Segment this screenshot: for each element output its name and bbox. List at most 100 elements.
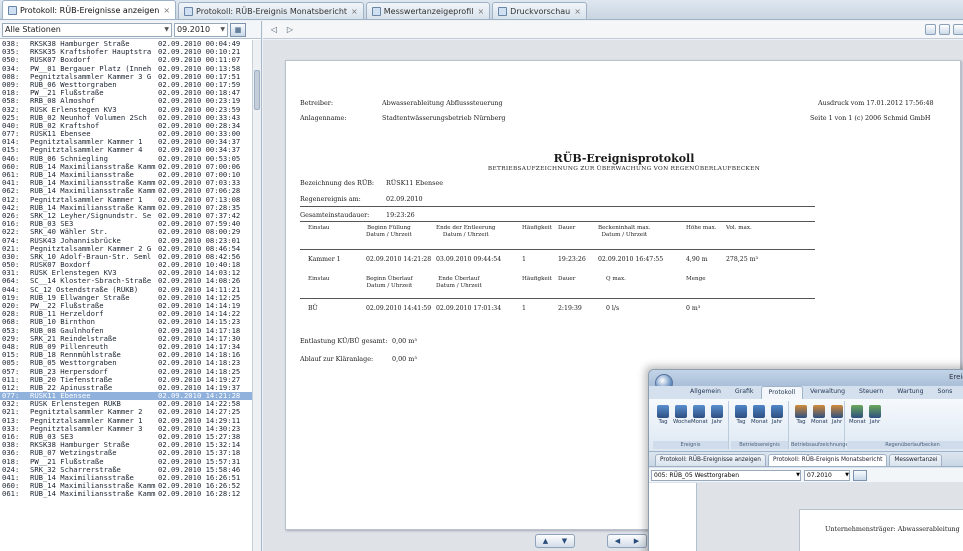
forward-icon[interactable]: ▷ [285,25,295,35]
list-item[interactable]: 050: RÜSK07 Boxdorf 02.09.2010 10:40:18 [0,261,252,269]
arrow-up-icon[interactable]: ▲ [536,535,555,547]
list-item[interactable]: 028: RÜB_11 Herzeldorf 02.09.2010 14:14:22 [0,310,252,318]
list-item[interactable]: 013: Pegnitztalsammler Kammer 1 02.09.2010… [0,417,252,425]
inset-tab-ereignisse[interactable]: Protokoll: RÜB-Ereignisse anzeigen [655,454,766,466]
close-icon[interactable]: × [351,7,358,16]
list-item[interactable]: 044: SC_12 Ostendstraße (RÜKB) 02.09.2010 … [0,286,252,294]
list-scrollbar[interactable] [252,40,261,551]
list-item[interactable]: 016: RÜB_03 SE3 02.09.2010 07:59:40 [0,220,252,228]
back-icon[interactable]: ◁ [269,25,279,35]
list-item[interactable]: 020: PW__22 Flußstraße 02.09.2010 14:14:19 [0,302,252,310]
ribbon-button[interactable]: Tag [793,405,809,425]
tab-rueb-ereignisse[interactable]: Protokoll: RÜB-Ereignisse anzeigen × [2,0,177,19]
arrow-right-icon[interactable]: ▶ [627,535,646,547]
arrow-left-icon[interactable]: ◀ [608,535,627,547]
list-item[interactable]: 058: RRB_08 Almoshof 02.09.2010 00:23:19 [0,97,252,105]
list-item[interactable]: 015: RÜB_18 Rennmühlstraße 02.09.2010 14:1… [0,351,252,359]
list-item[interactable]: 074: RÜSK43 Johannisbrücke 02.09.2010 08:2… [0,237,252,245]
list-item[interactable]: 064: SC__14 Kloster-Sbrach-Straße 02.09.20… [0,277,252,285]
arrow-down-icon[interactable]: ▼ [555,535,574,547]
list-item[interactable]: 068: RÜB_10 Birnthon 02.09.2010 14:15:23 [0,318,252,326]
ribbon-tab[interactable]: Allgemein [683,386,728,399]
inset-calendar-button[interactable] [853,469,867,481]
list-item[interactable]: 030: SRK_10 Adolf-Braun-Str. Seml 02.09.20… [0,253,252,261]
ribbon-tab[interactable]: Grafik [728,386,761,399]
list-item[interactable]: 041: RÜB_14 Maximiliansstraße Kamm 02.09.2… [0,179,252,187]
inset-date-select[interactable]: 07.2010 ▼ [804,469,850,481]
ribbon-button[interactable]: Jahr [709,405,725,425]
list-item[interactable]: 021: Pegnitztalsammler Kammer 2 02.09.2010… [0,408,252,416]
ribbon-tab[interactable]: Protokoll [760,386,804,399]
list-item[interactable]: 053: RÜB_08 Gaulnhofen 02.09.2010 14:17:18 [0,327,252,335]
close-icon[interactable]: × [574,7,581,16]
list-item[interactable]: 022: SRK_40 Wähler Str. 02.09.2010 08:00:2… [0,228,252,236]
list-item[interactable]: 025: RÜB_02 Neunhof Volumen 2Sch 02.09.201… [0,114,252,122]
list-item[interactable]: 018: PW__21 Flußstraße 02.09.2010 15:57:31 [0,458,252,466]
calendar-button[interactable]: ▦ [230,22,246,37]
list-item[interactable]: 036: RÜB_07 Wetzingstraße 02.09.2010 15:37… [0,449,252,457]
list-item[interactable]: 060: RÜB_14 Maximiliansstraße Kamm 02.09.2… [0,163,252,171]
tab-druckvorschau[interactable]: Druckvorschau × [492,2,587,19]
print-button[interactable] [925,24,936,35]
ribbon-tab[interactable]: Sons [931,386,960,399]
ribbon-button[interactable]: Jahr [769,405,785,425]
close-icon[interactable]: × [163,6,170,15]
list-item[interactable]: 011: RÜB_20 Tiefenstraße 02.09.2010 14:19:… [0,376,252,384]
list-item[interactable]: 031: RÜSK Erlenstegen KV3 02.09.2010 14:03… [0,269,252,277]
list-item[interactable]: 048: RÜB_09 Pillenreuth 02.09.2010 14:17:3… [0,343,252,351]
inset-station-select[interactable]: 005: RÜB_05 Westtorgraben ▼ [651,469,801,481]
ribbon-button[interactable]: Tag [733,405,749,425]
list-item[interactable]: 061: RÜB_14 Maximiliansstraße 02.09.2010 0… [0,171,252,179]
tab-messwertanzeige[interactable]: Messwertanzeigeprofil × [365,2,491,19]
list-item[interactable]: 077: RÜSK11 Ebensee 02.09.2010 00:33:00 [0,130,252,138]
ribbon-button[interactable]: Jahr [867,405,883,425]
list-item[interactable]: 012: Pegnitztalsammler Kammer 1 02.09.2010… [0,196,252,204]
list-item[interactable]: 041: RÜB_14 Maximiliansstraße 02.09.2010 1… [0,474,252,482]
inset-tab-messwert[interactable]: Messwertanzei [889,454,943,466]
page-nav-leftright[interactable]: ◀ ▶ [607,534,647,548]
list-item[interactable]: 061: RÜB_14 Maximiliansstraße Kamm 02.09.2… [0,490,252,498]
station-select[interactable]: Alle Stationen ▼ [2,22,172,37]
list-item[interactable]: 009: RÜB_06 Westtorgraben 02.09.2010 00:17… [0,81,252,89]
list-item[interactable]: 026: SRK_12 Leyher/Signundstr. Se 02.09.20… [0,212,252,220]
page-nav-updown[interactable]: ▲ ▼ [535,534,575,548]
ribbon-button[interactable]: Woche [673,405,691,425]
list-item[interactable]: 014: Pegnitztalsammler Kammer 1 02.09.2010… [0,138,252,146]
list-item[interactable]: 060: RÜB_14 Maximiliansstraße Kamm 02.09.2… [0,482,252,490]
list-item[interactable]: 034: PW__01 Bergauer Platz (Inneh 02.09.20… [0,65,252,73]
list-item[interactable]: 016: RÜB_03 SE3 02.09.2010 15:27:38 [0,433,252,441]
list-item[interactable]: 032: RÜSK Erlenstegen RÜKB 02.09.2010 14:2… [0,400,252,408]
ribbon-button[interactable]: Jahr [829,405,845,425]
ribbon-tab[interactable]: Verwaltung [803,386,852,399]
zoom-button[interactable] [953,24,963,35]
list-item[interactable]: 046: RÜB_06 Schniegling 02.09.2010 00:53:0… [0,155,252,163]
list-item[interactable]: 015: Pegnitztalsammler Kammer 4 02.09.2010… [0,146,252,154]
export-button[interactable] [939,24,950,35]
list-item[interactable]: 035: RKSK35 Kraftshofer Hauptstra 02.09.20… [0,48,252,56]
list-item[interactable]: 062: RÜB_14 Maximiliansstraße Kamm 02.09.2… [0,187,252,195]
date-select[interactable]: 09.2010 ▼ [174,22,228,37]
ribbon-tab[interactable]: Wartung [890,386,930,399]
list-item[interactable]: 018: PW__21 Flußstraße 02.09.2010 00:18:47 [0,89,252,97]
close-icon[interactable]: × [477,7,484,16]
list-item[interactable]: 008: Pegnitztalsammler Kammer 3 G 02.09.20… [0,73,252,81]
inset-tab-monatsbericht[interactable]: Protokoll: RÜB-Ereignis Monatsbericht [767,454,888,466]
scrollbar-thumb[interactable] [254,70,260,110]
list-item[interactable]: 032: RÜSK Erlenstegen KV3 02.09.2010 00:23… [0,106,252,114]
list-item[interactable]: 040: RÜB_02 Kraftshof 02.09.2010 00:28:34 [0,122,252,130]
ribbon-tab[interactable]: Steuern [852,386,890,399]
list-item[interactable]: 050: RÜSK07 Boxdorf 02.09.2010 00:11:07 [0,56,252,64]
list-item[interactable]: 077: RÜSK11 Ebensee 02.09.2010 14:21:28 [0,392,252,401]
list-item[interactable]: 012: RÜB_22 Apinusstraße 02.09.2010 14:19:… [0,384,252,392]
list-item[interactable]: 042: RÜB_14 Maximiliansstraße Kamm 02.09.2… [0,204,252,212]
list-item[interactable]: 024: SRK_32 Scharrerstraße 02.09.2010 15:5… [0,466,252,474]
list-item[interactable]: 019: RÜB_19 Ellwanger Straße 02.09.2010 14… [0,294,252,302]
list-item[interactable]: 038: RKSK38 Hamburger Straße 02.09.2010 00… [0,40,252,48]
list-item[interactable]: 021: Pegnitztalsammler Kammer 2 G 02.09.20… [0,245,252,253]
ribbon-button[interactable]: Monat [751,405,768,425]
ribbon-button[interactable]: Tag [655,405,671,425]
ribbon-button[interactable]: Monat [691,405,708,425]
list-item[interactable]: 005: RÜB_05 Westtorgraben 02.09.2010 14:18… [0,359,252,367]
tab-monatsbericht[interactable]: Protokoll: RÜB-Ereignis Monatsbericht × [178,2,364,19]
ribbon-button[interactable]: Monat [811,405,828,425]
